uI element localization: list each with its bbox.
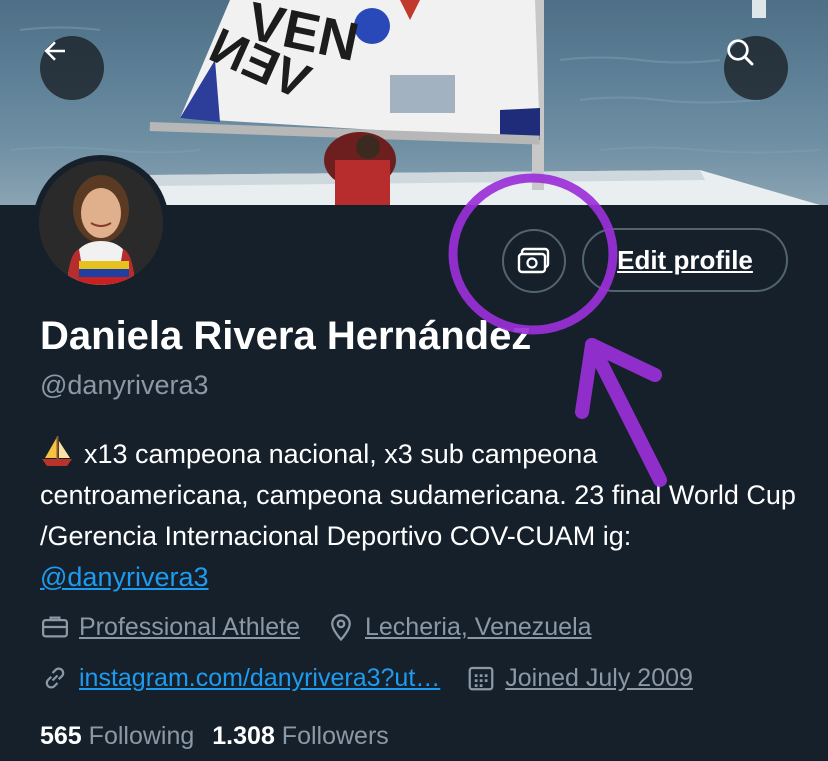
following-label: Following	[88, 722, 195, 750]
profile-name: Daniela Rivera Hernández	[40, 314, 532, 358]
location-pin-icon	[326, 612, 356, 642]
profile-meta-row: Professional Athlete Lecheria, Venezuela	[40, 612, 618, 642]
profile-bio: x13 campeona nacional, x3 sub campeona c…	[40, 434, 800, 598]
bio-text: x13 campeona nacional, x3 sub campeona c…	[40, 439, 796, 551]
profile-website[interactable]: instagram.com/danyrivera3?ut…	[40, 663, 440, 693]
bio-mention-link[interactable]: @danyrivera3	[40, 562, 209, 592]
profile-handle: @danyrivera3	[40, 370, 209, 400]
profile-category[interactable]: Professional Athlete	[40, 612, 300, 642]
search-icon	[727, 39, 754, 66]
back-button[interactable]	[40, 36, 104, 100]
image-edit-icon	[517, 247, 550, 274]
followers-link[interactable]: 1.308 Followers	[212, 722, 389, 750]
following-link[interactable]: 565 Following	[40, 722, 194, 750]
profile-joined: Joined July 2009	[466, 663, 693, 693]
edit-profile-button[interactable]: Edit profile	[582, 228, 788, 292]
profile-location[interactable]: Lecheria, Venezuela	[326, 612, 592, 642]
profile-website-link[interactable]: instagram.com/danyrivera3?ut…	[79, 664, 440, 693]
sailboat-icon	[42, 436, 72, 466]
link-icon	[40, 663, 70, 693]
avatar[interactable]	[33, 155, 169, 291]
calendar-icon	[466, 663, 496, 693]
arrow-left-icon	[44, 41, 65, 61]
avatar-photo	[39, 161, 163, 285]
profile-joined-label: Joined July 2009	[505, 663, 693, 692]
briefcase-icon	[40, 612, 70, 642]
profile-meta-row-2: instagram.com/danyrivera3?ut… Joined Jul…	[40, 663, 719, 693]
profile-category-label: Professional Athlete	[79, 612, 300, 641]
following-count: 565	[40, 722, 82, 750]
edit-banner-image-button[interactable]	[502, 229, 566, 293]
profile-location-label: Lecheria, Venezuela	[364, 612, 592, 641]
profile-stats: 565 Following 1.308 Followers	[40, 722, 389, 751]
followers-count: 1.308	[212, 722, 275, 750]
search-button[interactable]	[724, 36, 788, 100]
followers-label: Followers	[281, 722, 389, 750]
